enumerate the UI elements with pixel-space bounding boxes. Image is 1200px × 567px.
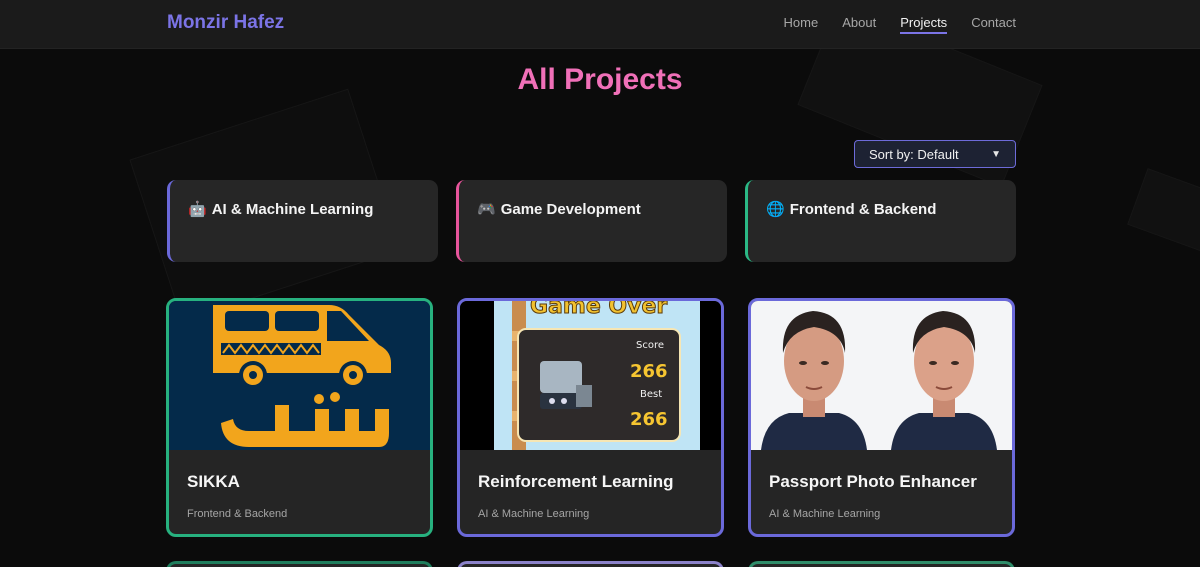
brand-logo[interactable]: Monzir Hafez <box>167 12 284 34</box>
project-card-passport-photo-enhancer[interactable]: Passport Photo Enhancer AI & Machine Lea… <box>748 298 1015 537</box>
project-card-partial[interactable] <box>457 561 724 567</box>
page-title: All Projects <box>517 63 683 96</box>
category-label: Game Development <box>500 201 641 218</box>
game-over-heading: Game Over <box>530 301 667 319</box>
game-over-screenshot: Game Over Score 266 Best 266 <box>460 301 721 450</box>
passport-photo-comparison <box>751 301 1012 450</box>
sort-select-value: Sort by: Default <box>869 146 959 162</box>
project-title: SIKKA <box>187 472 240 491</box>
sikka-logo-image <box>169 301 430 450</box>
projects-page: Monzir Hafez Home About Projects Contact… <box>0 0 1200 567</box>
project-card-partial[interactable] <box>748 561 1015 567</box>
category-card-game[interactable]: 🎮 Game Development <box>456 180 727 262</box>
nav-link-contact[interactable]: Contact <box>971 15 1016 34</box>
score-value: 266 <box>630 361 668 382</box>
project-thumbnail <box>751 301 1012 450</box>
gamepad-icon: 🎮 <box>477 201 496 218</box>
project-title: Passport Photo Enhancer <box>769 472 977 491</box>
project-thumbnail <box>169 301 430 450</box>
sort-select[interactable]: Sort by: Default ▼ <box>854 140 1016 168</box>
project-card-reinforcement-learning[interactable]: Game Over Score 266 Best 266 Reinforceme… <box>457 298 724 537</box>
category-card-web[interactable]: 🌐 Frontend & Backend <box>745 180 1016 262</box>
nav-link-projects[interactable]: Projects <box>900 15 948 34</box>
category-label: Frontend & Backend <box>789 201 937 218</box>
score-label: Score <box>636 340 664 351</box>
robot-icon: 🤖 <box>188 201 207 218</box>
chevron-down-icon: ▼ <box>991 148 1001 160</box>
project-thumbnail: Game Over Score 266 Best 266 <box>460 301 721 450</box>
globe-icon: 🌐 <box>766 201 785 218</box>
project-category: Frontend & Backend <box>187 508 288 520</box>
category-label: AI & Machine Learning <box>211 201 374 218</box>
project-card-sikka[interactable]: SIKKA Frontend & Backend <box>166 298 433 537</box>
nav-link-home[interactable]: Home <box>784 15 819 34</box>
project-category: AI & Machine Learning <box>478 508 590 520</box>
project-title: Reinforcement Learning <box>478 472 674 491</box>
top-navbar: Monzir Hafez Home About Projects Contact <box>0 0 1200 49</box>
project-category: AI & Machine Learning <box>769 508 881 520</box>
category-card-ai[interactable]: 🤖 AI & Machine Learning <box>167 180 438 262</box>
best-label: Best <box>640 389 662 400</box>
nav-links: Home About Projects Contact <box>784 15 1016 34</box>
nav-link-about[interactable]: About <box>842 15 876 34</box>
project-card-partial[interactable] <box>166 561 433 567</box>
best-value: 266 <box>630 409 668 430</box>
background-decoration <box>1127 168 1200 252</box>
